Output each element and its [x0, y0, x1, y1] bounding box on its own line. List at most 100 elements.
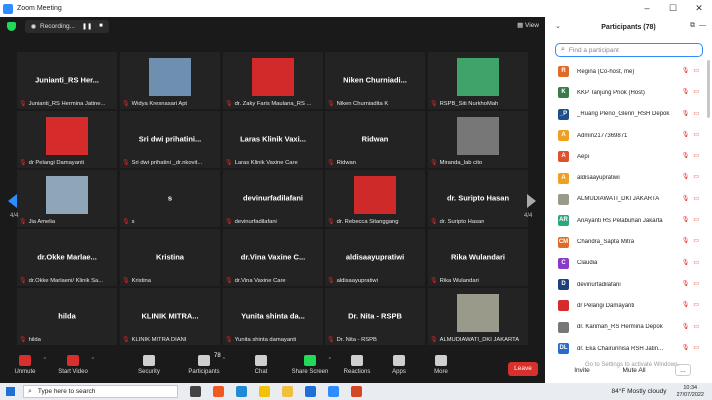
powerpoint-icon[interactable]: [351, 386, 362, 397]
avatar: D: [558, 279, 569, 291]
participant-list-item[interactable]: C Claudia 🎙 ▭: [545, 253, 705, 274]
participant-status-icons: 🎙 ▭: [682, 174, 699, 181]
taskbar-search-input[interactable]: ⌕ Type here to search: [23, 385, 178, 398]
participant-video-tile[interactable]: 🎙 dr Pelangi Damayanti: [17, 111, 117, 168]
encryption-shield-icon[interactable]: [7, 21, 16, 31]
participant-list-item[interactable]: dr. Karimah_RS Hermina Depok 🎙 ▭: [545, 317, 705, 338]
participant-list-item[interactable]: R Regina (Co-host, me) 🎙 ▭: [545, 61, 705, 82]
toolbar-more-button[interactable]: More: [418, 355, 464, 375]
avatar: [558, 193, 569, 205]
toolbar-security-button[interactable]: Security: [126, 355, 172, 375]
participant-video-tile[interactable]: aldisaayupratiwi 🎙 aldisaayupratiwi: [325, 229, 425, 286]
participant-video-tile[interactable]: 🎙 ALMUDIAWATI_DKI JAKARTA: [428, 288, 528, 345]
file-explorer-icon[interactable]: [282, 386, 293, 397]
participant-list-item[interactable]: CM Chandra_Sapta Mitra 🎙 ▭: [545, 231, 705, 252]
close-button[interactable]: ✕: [686, 0, 712, 17]
participant-video-tile[interactable]: s 🎙 s: [120, 170, 220, 227]
participant-video-tile[interactable]: Laras Klinik Vaxi... 🎙 Laras Klinik Vaxine…: [223, 111, 323, 168]
participant-list-item[interactable]: Ddevinurfadilafani 🎙 ▭: [545, 274, 705, 295]
participant-video-tile[interactable]: hilda 🎙 hilda: [17, 288, 117, 345]
minimize-panel-icon[interactable]: —: [699, 22, 706, 29]
invite-button[interactable]: Invite: [563, 364, 601, 376]
participant-video-tile[interactable]: KLINIK MITRA... 🎙 KLINIK MITRA DIANI: [120, 288, 220, 345]
participant-status-icons: 🎙 ▭: [682, 132, 699, 139]
pause-recording-button[interactable]: ❚❚: [82, 23, 92, 30]
participant-video-tile[interactable]: dr.Vina Vaxine C... 🎙 dr.Vina Vaxine Care: [223, 229, 323, 286]
collapse-chevron-icon[interactable]: ⌄: [555, 22, 561, 30]
participant-video-tile[interactable]: dr. Suripto Hasan 🎙 dr. Suripto Hasan: [428, 170, 528, 227]
more-options-button[interactable]: ...: [675, 364, 691, 376]
toolbar-item-label: Participants: [188, 369, 220, 375]
muted-microphone-icon: 🎙: [430, 101, 438, 107]
participant-video-tile[interactable]: Dr. Nita - RSPB 🎙 Dr. Nita - RSPB: [325, 288, 425, 345]
chevron-up-icon[interactable]: ^: [329, 357, 331, 363]
participant-video-tile[interactable]: Junianti_RS Her... 🎙 Junianti_RS Hermina J…: [17, 52, 117, 109]
participant-video-tile[interactable]: Yunita shinta da... 🎙 Yunita shinta damaya…: [223, 288, 323, 345]
participant-video-tile[interactable]: dr.Okke Marlae... 🎙 dr.Okke Marlaeni/ Klin…: [17, 229, 117, 286]
participant-display-name: hilda: [58, 311, 76, 321]
participant-list-item[interactable]: ALMUDIAWATI_DKI JAKARTA 🎙 ▭: [545, 189, 705, 210]
stop-recording-button[interactable]: ■: [99, 23, 103, 29]
toolbar-unmute-button[interactable]: Unmute ^: [2, 355, 48, 375]
participant-video-tile[interactable]: 🎙 Widya Kresnasari Apt: [120, 52, 220, 109]
participant-video-tile[interactable]: 🎙 Miranda_lab cito: [428, 111, 528, 168]
mute-all-button[interactable]: Mute All: [617, 364, 651, 376]
participant-list-item[interactable]: A Aepi 🎙 ▭: [545, 146, 705, 167]
participant-list-item[interactable]: A Admin2177369871 🎙 ▭: [545, 125, 705, 146]
participant-list-item[interactable]: K KKP Tanjung Priok (Host) 🎙 ▭: [545, 82, 705, 103]
edge-browser-icon[interactable]: [236, 386, 247, 397]
toolbar-apps-button[interactable]: Apps: [376, 355, 422, 375]
participant-list-scrollbar[interactable]: [707, 60, 710, 118]
view-button[interactable]: ▦ View: [517, 21, 539, 29]
previous-page-arrow-icon[interactable]: [8, 194, 17, 208]
clock-time: 10:34: [683, 384, 698, 391]
participant-name-label: 🎙 Dr. Nita - RSPB: [327, 336, 377, 344]
muted-microphone-icon: 🎙: [681, 217, 690, 224]
participant-video-tile[interactable]: Niken Churniadi... 🎙 Niken Churniadita K: [325, 52, 425, 109]
chevron-up-icon[interactable]: ^: [44, 357, 46, 363]
participant-video-tile[interactable]: Rika Wulandari 🎙 Rika Wulandari: [428, 229, 528, 286]
windows-start-icon[interactable]: [6, 387, 15, 396]
chevron-up-icon[interactable]: ^: [92, 357, 94, 363]
participant-video-tile[interactable]: Kristina 🎙 Kristina: [120, 229, 220, 286]
minimize-button[interactable]: –: [634, 0, 660, 17]
participant-video-tile[interactable]: Ridwan 🎙 Ridwan: [325, 111, 425, 168]
maximize-button[interactable]: ☐: [660, 0, 686, 17]
muted-microphone-icon: 🎙: [19, 337, 27, 343]
zoom-icon[interactable]: [328, 386, 339, 397]
participant-list-item[interactable]: DL dr. Eka Chairunnisa RSH Jatin... 🎙 ▭: [545, 338, 705, 359]
participant-video-tile[interactable]: devinurfadilafani 🎙 devinurfadilafani: [223, 170, 323, 227]
participant-video-tile[interactable]: 🎙 dr. Zaky Faris Maulana_RS ...: [223, 52, 323, 109]
muted-microphone-icon: 🎙: [681, 344, 690, 351]
mail-icon[interactable]: [305, 386, 316, 397]
toolbar-reactions-button[interactable]: Reactions: [334, 355, 380, 375]
muted-microphone-icon: 🎙: [19, 101, 27, 107]
participant-list-item[interactable]: dr Pelangi Damayanti 🎙 ▭: [545, 295, 705, 316]
participant-video-tile[interactable]: 🎙 dr. Rebecca Sitanggang: [325, 170, 425, 227]
brave-browser-icon[interactable]: [213, 386, 224, 397]
chrome-browser-icon[interactable]: [259, 386, 270, 397]
leave-button[interactable]: Leave: [508, 362, 538, 376]
participant-list-item[interactable]: Aaldisaayupratiwi 🎙 ▭: [545, 167, 705, 188]
weather-widget[interactable]: 84°F Mostly cloudy: [611, 388, 666, 395]
participant-list-item[interactable]: AR AriAyanti RS Pelabuhan Jakarta 🎙 ▭: [545, 210, 705, 231]
next-page-arrow-icon[interactable]: [527, 194, 536, 208]
toolbar-share-screen-button[interactable]: Share Screen ^: [287, 355, 333, 375]
participant-list-item[interactable]: _P _Ruang Pleno_Glenn_RSH Depok 🎙 ▭: [545, 104, 705, 125]
participant-name: Admin2177369871: [577, 132, 628, 139]
participant-search-input[interactable]: ⌕ Find a participant: [555, 43, 703, 57]
task-view-icon[interactable]: [190, 386, 201, 397]
toolbar-participants-button[interactable]: Participants ^: [181, 355, 227, 375]
participant-video-tile[interactable]: 🎙 RSPB_Siti NurkhoMah: [428, 52, 528, 109]
toolbar-chat-button[interactable]: Chat: [238, 355, 284, 375]
toolbar-start-video-button[interactable]: Start Video ^: [50, 355, 96, 375]
participant-display-name: devinurfadilafani: [242, 193, 303, 203]
clock[interactable]: 10:34 27/07/2022: [676, 385, 704, 399]
popout-icon[interactable]: ⧉: [690, 22, 695, 30]
panel-header: ⌄ Participants (78) ⧉ —: [545, 17, 712, 38]
participant-name: Claudia: [577, 260, 598, 267]
participant-video-tile[interactable]: 🎙 Jia Amelia: [17, 170, 117, 227]
participant-name-label: 🎙 RSPB_Siti NurkhoMah: [430, 100, 498, 108]
chevron-up-icon[interactable]: ^: [223, 357, 225, 363]
participant-video-tile[interactable]: Sri dwi prihatini... 🎙 Sri dwi prihatini _…: [120, 111, 220, 168]
